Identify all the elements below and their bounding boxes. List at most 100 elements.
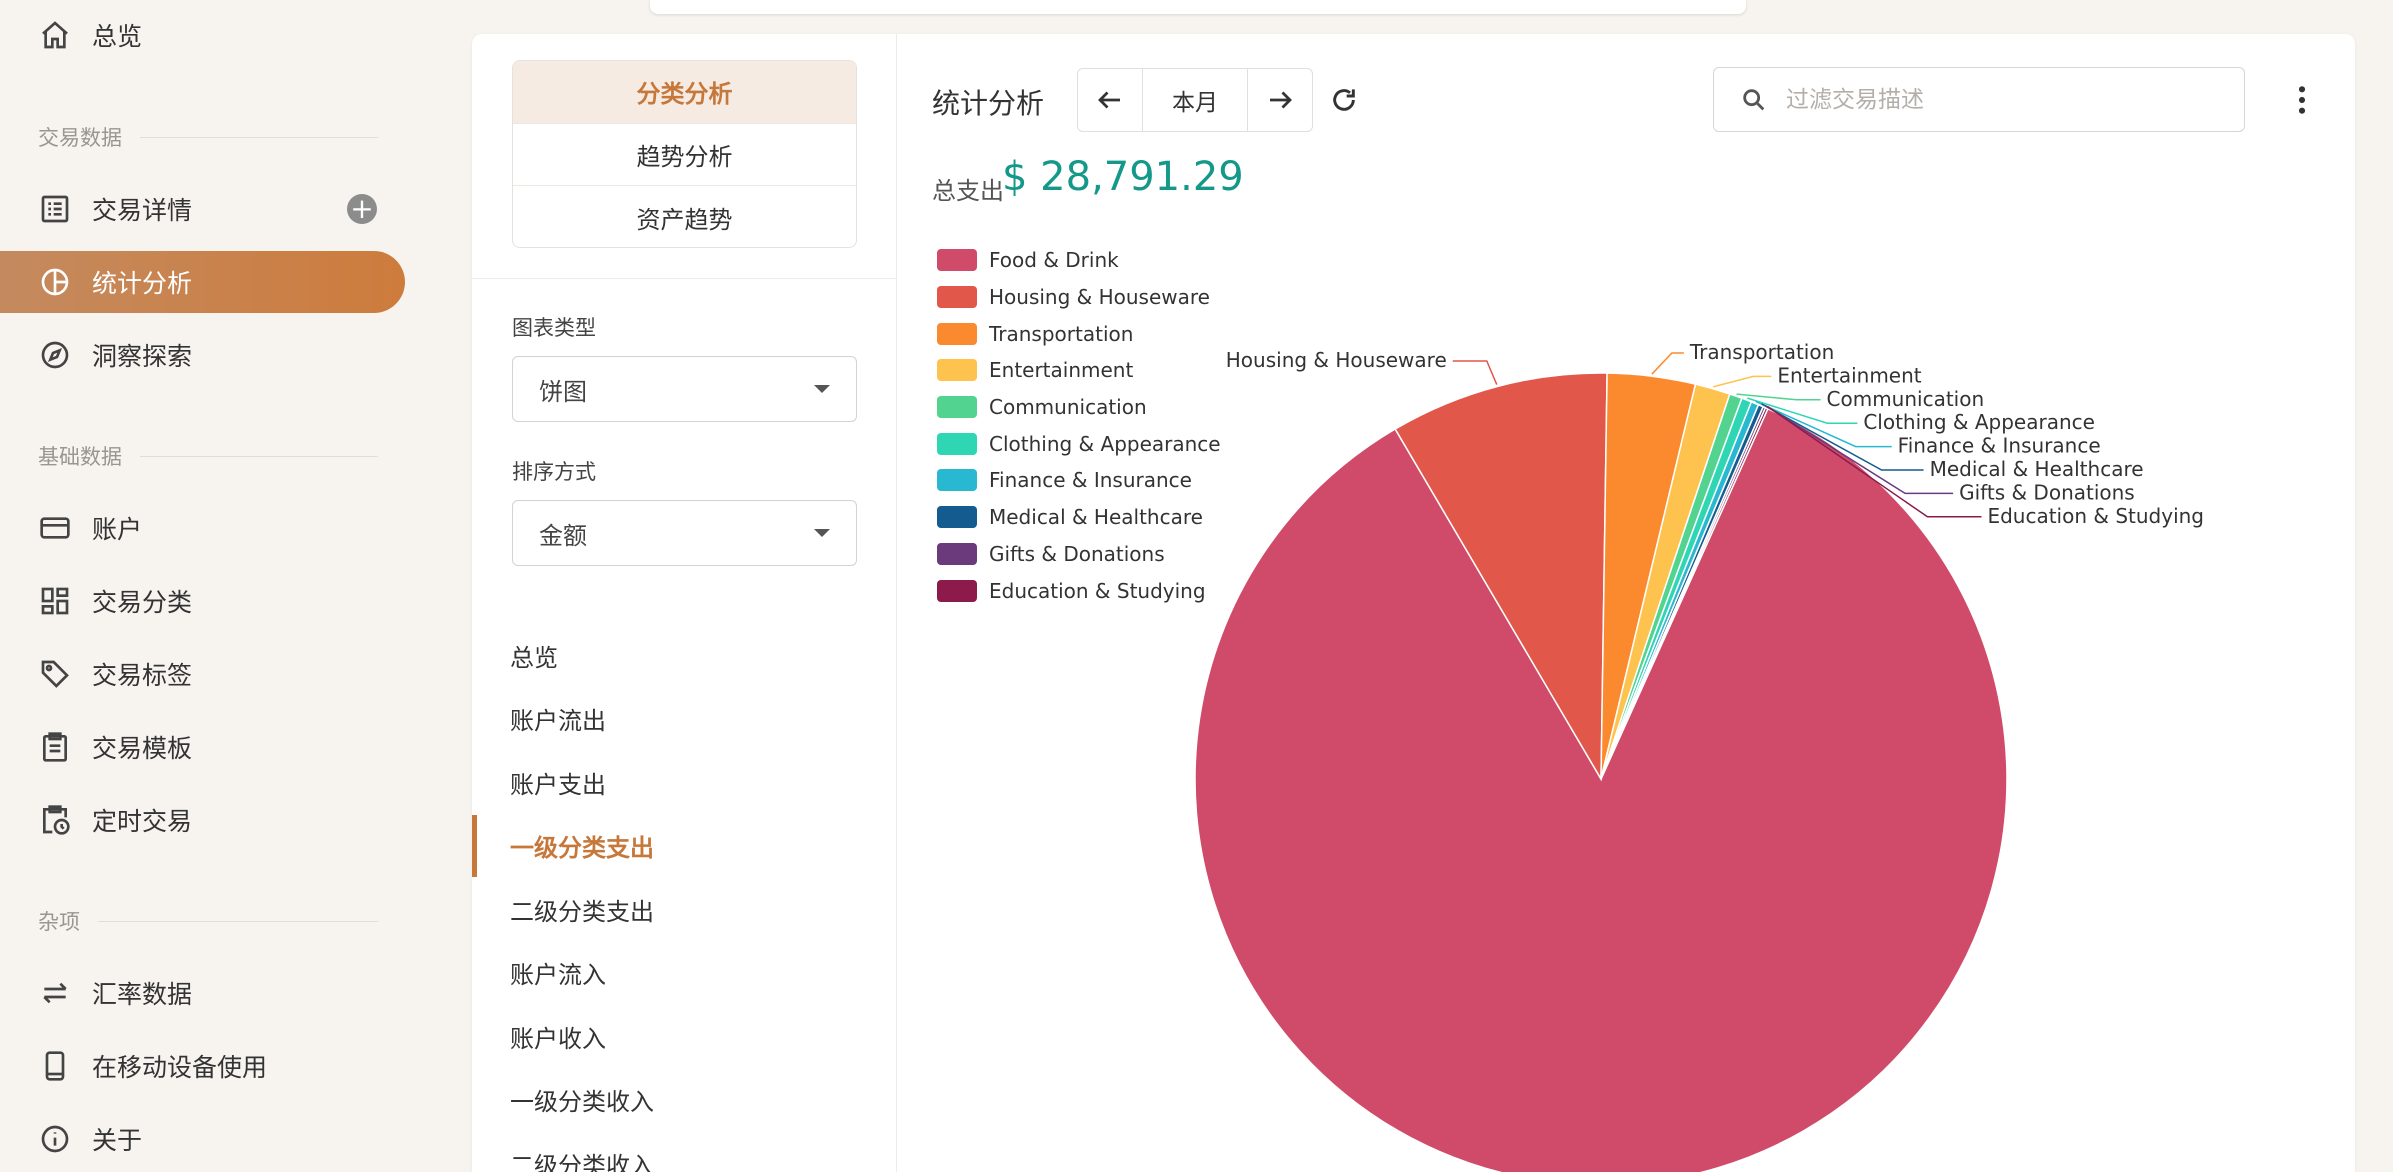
nav-overview[interactable]: 总览 <box>0 4 405 66</box>
nav-group-transactions: 交易数据 <box>38 122 378 152</box>
statistics-card: 分类分析 趋势分析 资产趋势 图表类型 饼图 排序方式 金额 总览 账户流出 账户支… <box>472 34 2355 1172</box>
main-navigation: 总览 交易数据 交易详情 + 统计分析 洞察探索 基础数据 账户 交易分类 交易… <box>0 0 420 1172</box>
statistic-item[interactable]: 二级分类收入 <box>472 1132 897 1172</box>
legend-item[interactable]: Education & Studying <box>937 572 1221 609</box>
arrow-left-icon <box>1098 91 1120 109</box>
nav-categories-label: 交易分类 <box>92 588 193 617</box>
statistic-item[interactable]: 一级分类支出 <box>472 814 897 877</box>
nav-group-misc: 杂项 <box>38 906 378 936</box>
nav-accounts[interactable]: 账户 <box>0 497 405 559</box>
period-selector[interactable]: 本月 <box>1142 69 1248 131</box>
legend-item[interactable]: Communication <box>937 389 1221 426</box>
legend-swatch <box>937 249 977 272</box>
chart-type-value: 饼图 <box>539 377 587 406</box>
chart-type-label: 图表类型 <box>512 316 596 340</box>
dropdown-caret-icon <box>814 385 830 393</box>
chart-type-select[interactable]: 饼图 <box>512 356 857 422</box>
legend-label: Housing & Houseware <box>989 285 1210 310</box>
more-menu-button[interactable] <box>2282 78 2322 122</box>
legend-item[interactable]: Gifts & Donations <box>937 536 1221 573</box>
refresh-button[interactable] <box>1322 78 1366 122</box>
refresh-icon <box>1333 89 1355 111</box>
search-box <box>1713 67 2245 132</box>
nav-group-label: 杂项 <box>38 910 80 934</box>
tag-icon <box>38 657 72 691</box>
previous-period-button[interactable] <box>1078 69 1142 131</box>
phone-icon <box>38 1049 72 1083</box>
pie-label-line <box>1452 360 1498 385</box>
nav-group-label: 交易数据 <box>38 126 122 150</box>
legend-item[interactable]: Housing & Houseware <box>937 279 1221 316</box>
legend-item[interactable]: Food & Drink <box>937 242 1221 279</box>
statistic-item[interactable]: 账户流出 <box>472 688 897 750</box>
legend-swatch <box>937 359 977 382</box>
pie-slice-label: Clothing & Appearance <box>1863 410 2095 434</box>
legend-swatch <box>937 432 977 455</box>
home-icon <box>38 18 72 52</box>
chart-panel: Housing & Houseware Transportation Enterta… <box>897 34 2355 1172</box>
legend-label: Entertainment <box>989 358 1134 383</box>
chart-legend: Food & Drink Housing & Houseware Transport… <box>937 242 1221 609</box>
sort-select[interactable]: 金额 <box>512 500 857 566</box>
nav-statistics[interactable]: 统计分析 <box>0 251 405 313</box>
list-icon <box>38 192 72 226</box>
next-period-button[interactable] <box>1248 69 1312 131</box>
nav-tags[interactable]: 交易标签 <box>0 643 405 705</box>
statistic-item[interactable]: 账户流入 <box>472 942 897 1004</box>
nav-mobile-label: 在移动设备使用 <box>92 1053 268 1082</box>
statistic-item[interactable]: 一级分类收入 <box>472 1069 897 1131</box>
legend-item[interactable]: Finance & Insurance <box>937 462 1221 499</box>
legend-swatch <box>937 542 977 565</box>
legend-label: Transportation <box>989 321 1134 346</box>
legend-swatch <box>937 286 977 309</box>
nav-templates[interactable]: 交易模板 <box>0 716 405 778</box>
pie-label-line <box>1651 352 1684 375</box>
statistic-item[interactable]: 账户支出 <box>472 751 897 813</box>
nav-transaction-details[interactable]: 交易详情 + <box>0 178 405 240</box>
nav-mobile[interactable]: 在移动设备使用 <box>0 1035 405 1097</box>
legend-label: Finance & Insurance <box>989 468 1192 493</box>
sort-value: 金额 <box>539 521 587 550</box>
nav-insights[interactable]: 洞察探索 <box>0 324 405 386</box>
statistic-item[interactable]: 总览 <box>472 624 897 686</box>
period-navigator: 本月 <box>1077 68 1313 132</box>
nav-tags-label: 交易标签 <box>92 661 193 690</box>
tab-asset-trend[interactable]: 资产趋势 <box>513 186 856 247</box>
legend-item[interactable]: Transportation <box>937 315 1221 352</box>
nav-scheduled[interactable]: 定时交易 <box>0 789 405 851</box>
statistic-item[interactable]: 二级分类支出 <box>472 878 897 940</box>
legend-label: Clothing & Appearance <box>989 431 1221 456</box>
category-grid-icon <box>38 584 72 618</box>
legend-swatch <box>937 469 977 492</box>
add-transaction-button[interactable]: + <box>347 194 377 224</box>
legend-item[interactable]: Clothing & Appearance <box>937 425 1221 462</box>
analysis-type-tabs: 分类分析 趋势分析 资产趋势 <box>512 60 857 248</box>
nav-templates-label: 交易模板 <box>92 734 193 763</box>
nav-exchange-rates-label: 汇率数据 <box>92 980 193 1009</box>
nav-statistics-label: 统计分析 <box>92 269 193 298</box>
search-icon <box>1743 88 1765 110</box>
tab-trend-analysis[interactable]: 趋势分析 <box>513 124 856 186</box>
nav-transaction-details-label: 交易详情 <box>92 196 193 225</box>
nav-accounts-label: 账户 <box>92 515 143 544</box>
legend-item[interactable]: Entertainment <box>937 352 1221 389</box>
scheduled-clipboard-icon <box>38 803 72 837</box>
pie-slice-label: Finance & Insurance <box>1898 434 2101 458</box>
page-title: 统计分析 <box>932 87 1045 120</box>
pie-slice-label: Housing & Houseware <box>1226 348 1447 372</box>
nav-exchange-rates[interactable]: 汇率数据 <box>0 962 405 1024</box>
analysis-subnav: 分类分析 趋势分析 资产趋势 图表类型 饼图 排序方式 金额 总览 账户流出 账户支… <box>472 34 897 1172</box>
legend-item[interactable]: Medical & Healthcare <box>937 499 1221 536</box>
clipboard-icon <box>38 730 72 764</box>
pie-slice-label: Education & Studying <box>1987 504 2204 528</box>
nav-scheduled-label: 定时交易 <box>92 807 193 836</box>
pie-slice-label: Entertainment <box>1777 363 1921 387</box>
nav-about[interactable]: 关于 <box>0 1108 405 1170</box>
pie-slice-label: Transportation <box>1689 340 1834 364</box>
legend-label: Gifts & Donations <box>989 541 1165 566</box>
nav-categories[interactable]: 交易分类 <box>0 570 405 632</box>
tab-category-analysis[interactable]: 分类分析 <box>513 61 856 124</box>
statistic-item[interactable]: 账户收入 <box>472 1005 897 1067</box>
search-input[interactable] <box>1786 86 2226 113</box>
sort-label: 排序方式 <box>512 460 596 484</box>
